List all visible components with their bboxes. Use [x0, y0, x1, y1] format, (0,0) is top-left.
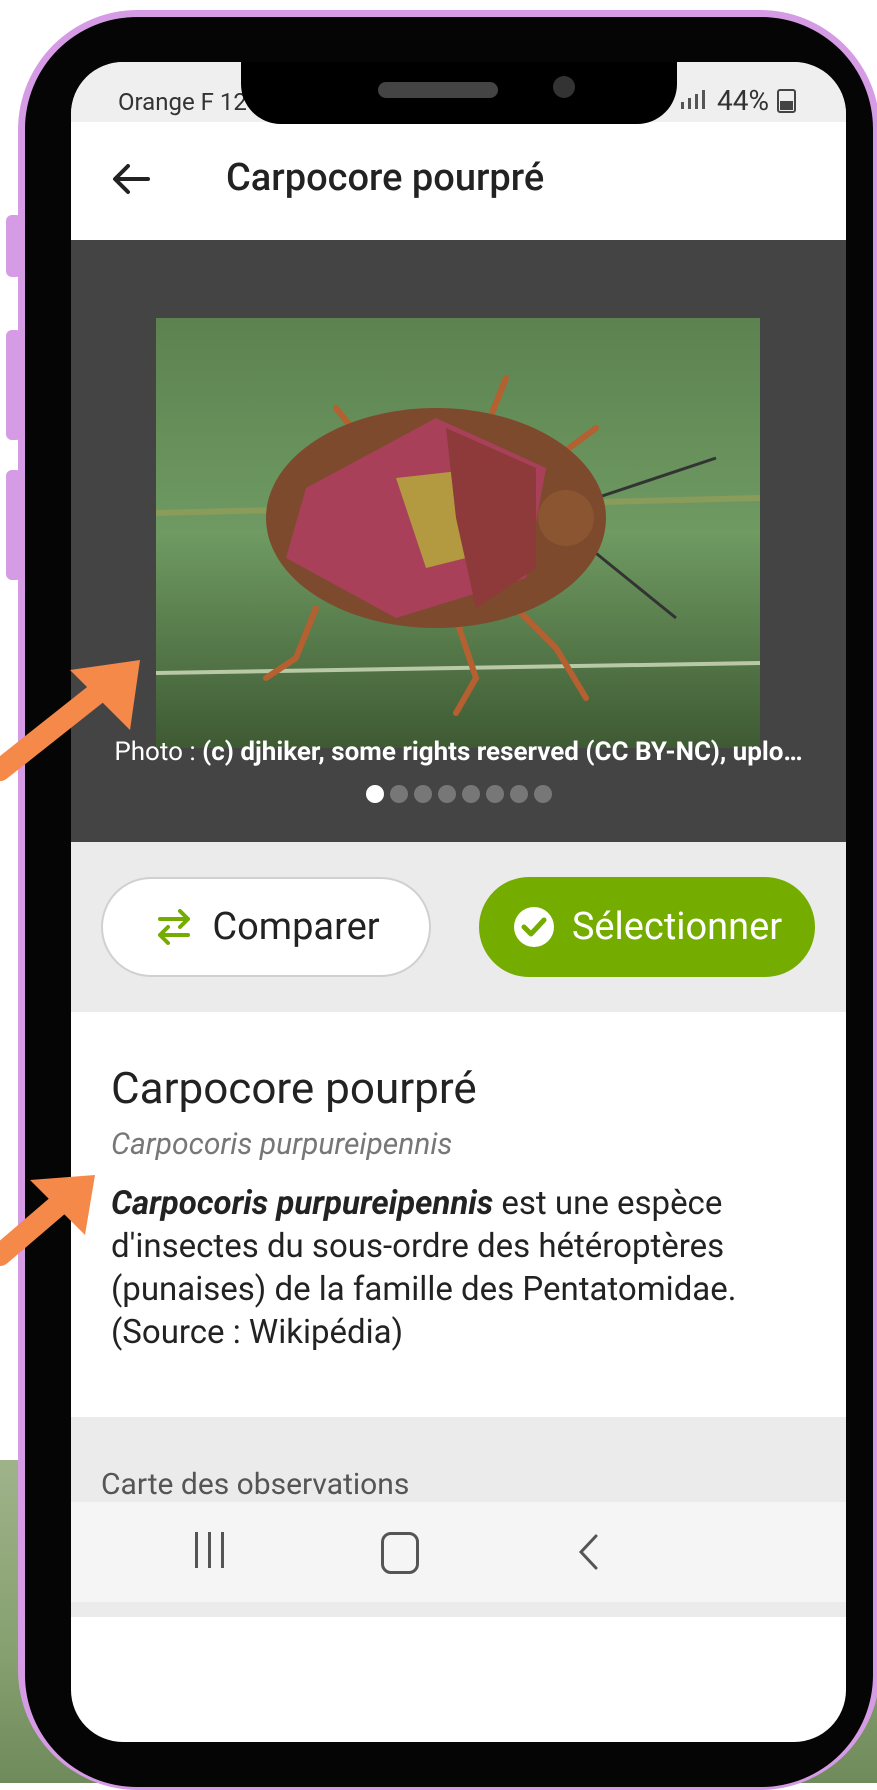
page-dot[interactable] [413, 785, 432, 803]
page-dot[interactable] [437, 785, 456, 803]
nav-home-icon[interactable] [381, 1532, 419, 1574]
page-dot[interactable] [533, 785, 552, 803]
front-camera [553, 76, 575, 98]
page-dot[interactable] [461, 785, 480, 803]
phone-side-button [6, 330, 22, 440]
select-button[interactable]: Sélectionner [479, 877, 815, 977]
action-area: Comparer Sélectionner [71, 842, 846, 1012]
species-photo[interactable] [156, 318, 760, 748]
map-section-title: Carte des observations [101, 1467, 410, 1502]
species-description: Carpocoris purpureipennis est une espèce… [111, 1182, 811, 1354]
species-info: Carpocore pourpré Carpocoris purpureipen… [71, 1012, 846, 1412]
swap-arrows-icon [158, 909, 191, 945]
photo-caption: Photo : (c) djhiker, some rights reserve… [71, 737, 846, 767]
signal-icon [679, 84, 709, 117]
nav-recent-icon[interactable] [195, 1532, 224, 1568]
status-right: 44% [679, 84, 796, 117]
compare-label: Comparer [212, 905, 380, 949]
page-dot[interactable] [509, 785, 528, 803]
gallery-pagination [71, 785, 846, 803]
check-circle-icon [513, 907, 554, 947]
annotation-arrow-title [0, 1175, 95, 1266]
species-scientific-name: Carpocoris purpureipennis [111, 1127, 453, 1162]
back-arrow-icon [113, 164, 150, 194]
phone-side-button [6, 215, 22, 277]
page-dot[interactable] [485, 785, 504, 803]
nav-back-icon[interactable] [576, 1532, 600, 1576]
page-dot[interactable] [389, 785, 408, 803]
caption-attribution: (c) djhiker, some rights reserved (CC BY… [202, 737, 803, 767]
compare-button[interactable]: Comparer [101, 877, 431, 977]
battery-level: 44% [717, 84, 769, 117]
system-nav-bar [71, 1502, 846, 1602]
battery-icon [777, 88, 796, 113]
phone-screen: Orange F 12 44% Carpocore pourpré Photo … [71, 62, 846, 1742]
select-label: Sélectionner [571, 905, 783, 949]
carrier-label: Orange F 12 [118, 88, 247, 116]
annotation-arrow-photo [0, 660, 140, 781]
phone-side-button [6, 470, 22, 580]
page-dot[interactable] [365, 785, 384, 803]
phone-notch [241, 62, 677, 124]
back-button[interactable] [106, 154, 156, 204]
description-taxon: Carpocoris purpureipennis [111, 1184, 494, 1223]
species-common-name: Carpocore pourpré [111, 1062, 477, 1114]
page-title: Carpocore pourpré [226, 156, 545, 200]
speaker [378, 82, 498, 98]
photo-gallery[interactable]: Photo : (c) djhiker, some rights reserve… [71, 240, 846, 845]
